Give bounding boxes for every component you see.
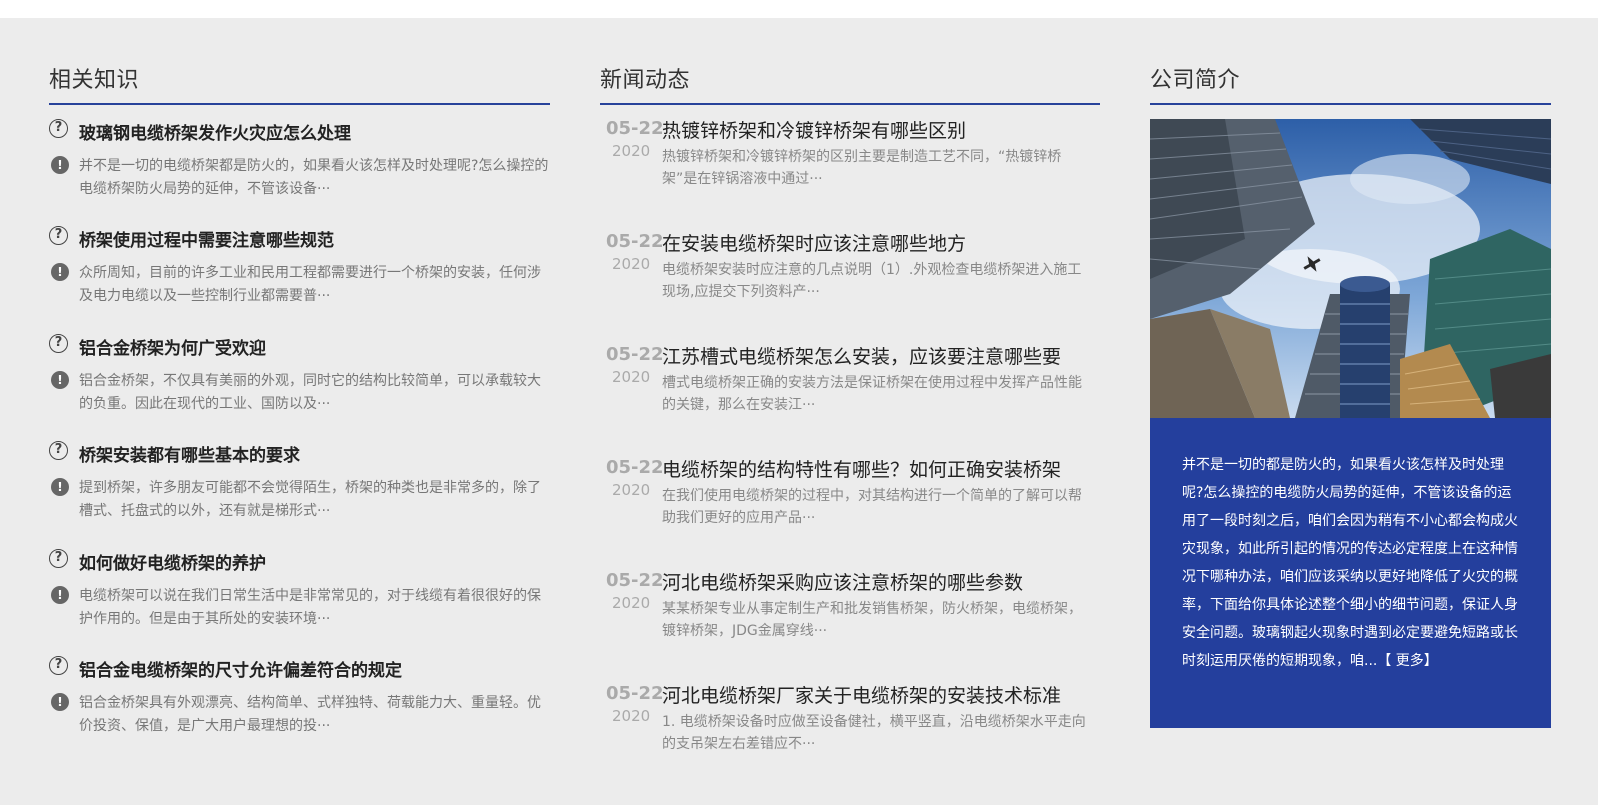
knowledge-item[interactable]: ? 玻璃钢电缆桥架发作火灾应怎么处理 ! 并不是一切的电缆桥架都是防火的，如果看… — [49, 119, 550, 215]
knowledge-item-desc: 电缆桥架可以说在我们日常生活中是非常常见的，对于线缆有着很很好的保护作用的。但是… — [79, 588, 541, 627]
knowledge-item[interactable]: ? 铝合金电缆桥架的尺寸允许偏差符合的规定 ! 铝合金桥架具有外观漂亮、结构简单… — [49, 656, 550, 752]
knowledge-item-desc: 铝合金桥架，不仅具有美丽的外观，同时它的结构比较简单，可以承载较大的负重。因此在… — [79, 373, 541, 412]
news-date-year: 2020 — [612, 481, 651, 499]
news-item-desc: 在我们使用电缆桥架的过程中，对其结构进行一个简单的了解可以帮助我们更好的应用产品… — [662, 488, 1082, 526]
about-summary-box: 并不是一切的都是防火的，如果看火该怎样及时处理呢?怎么操控的电缆防火局势的延伸，… — [1150, 418, 1551, 728]
about-divider — [1150, 103, 1551, 105]
news-item-desc: 热镀锌桥架和冷镀锌桥架的区别主要是制造工艺不同，“热镀锌桥架”是在锌锅溶液中通过… — [662, 149, 1062, 187]
news-item-title[interactable]: 河北电缆桥架采购应该注意桥架的哪些参数 — [662, 568, 1023, 595]
question-icon: ? — [49, 226, 68, 245]
news-date-year: 2020 — [612, 255, 651, 273]
news-title[interactable]: 新闻动态 — [600, 62, 690, 94]
news-item-desc: 槽式电缆桥架正确的安装方法是保证桥架在使用过程中发挥产品性能的关键，那么在安装江… — [662, 375, 1082, 413]
news-item[interactable]: 05-22 2020 电缆桥架的结构特性有哪些？如何正确安装桥架 在我们使用电缆… — [600, 455, 1100, 535]
knowledge-title[interactable]: 相关知识 — [49, 62, 139, 94]
question-icon: ? — [49, 656, 68, 675]
company-photo — [1150, 119, 1551, 418]
news-date-day: 05-22 — [606, 118, 664, 139]
answer-icon: ! — [51, 156, 69, 174]
news-item-desc: 某某桥架专业从事定制生产和批发销售桥架，防火桥架，电缆桥架，镀锌桥架，JDG金属… — [662, 601, 1082, 639]
news-item-title[interactable]: 河北电缆桥架厂家关于电缆桥架的安装技术标准 — [662, 681, 1061, 708]
news-date-day: 05-22 — [606, 683, 664, 704]
question-icon: ? — [49, 119, 68, 138]
knowledge-item-title[interactable]: 铝合金桥架为何广受欢迎 — [79, 334, 266, 359]
knowledge-item[interactable]: ? 如何做好电缆桥架的养护 ! 电缆桥架可以说在我们日常生活中是非常常见的，对于… — [49, 549, 550, 645]
news-item[interactable]: 05-22 2020 在安装电缆桥架时应该注意哪些地方 电缆桥架安装时应注意的几… — [600, 229, 1100, 309]
answer-icon: ! — [51, 586, 69, 604]
answer-icon: ! — [51, 371, 69, 389]
news-item-title[interactable]: 电缆桥架的结构特性有哪些？如何正确安装桥架 — [662, 455, 1061, 482]
knowledge-item-title[interactable]: 桥架安装都有哪些基本的要求 — [79, 441, 300, 466]
knowledge-item-desc: 铝合金桥架具有外观漂亮、结构简单、式样独特、荷载能力大、重量轻。优价投资、保值，… — [79, 695, 541, 734]
news-item[interactable]: 05-22 2020 热镀锌桥架和冷镀锌桥架有哪些区别 热镀锌桥架和冷镀锌桥架的… — [600, 116, 1100, 196]
news-item[interactable]: 05-22 2020 江苏槽式电缆桥架怎么安装，应该要注意哪些要 槽式电缆桥架正… — [600, 342, 1100, 422]
news-date-day: 05-22 — [606, 231, 664, 252]
news-divider — [600, 103, 1100, 105]
knowledge-item-title[interactable]: 如何做好电缆桥架的养护 — [79, 549, 266, 574]
content-band: 相关知识 ? 玻璃钢电缆桥架发作火灾应怎么处理 ! 并不是一切的电缆桥架都是防火… — [0, 18, 1598, 805]
knowledge-item[interactable]: ? 桥架使用过程中需要注意哪些规范 ! 众所周知，目前的许多工业和民用工程都需要… — [49, 226, 550, 322]
answer-icon: ! — [51, 693, 69, 711]
answer-icon: ! — [51, 263, 69, 281]
about-summary-text: 并不是一切的都是防火的，如果看火该怎样及时处理呢?怎么操控的电缆防火局势的延伸，… — [1182, 457, 1518, 669]
knowledge-item-title[interactable]: 玻璃钢电缆桥架发作火灾应怎么处理 — [79, 119, 351, 144]
news-date-year: 2020 — [612, 368, 651, 386]
question-icon: ? — [49, 549, 68, 568]
news-date-day: 05-22 — [606, 570, 664, 591]
news-item-desc: 电缆桥架安装时应注意的几点说明（1）.外观检查电缆桥架进入施工现场,应提交下列资… — [662, 262, 1082, 300]
news-item-desc: 1. 电缆桥架设备时应做至设备健社，横平竖直，沿电缆桥架水平走向的支吊架左右差错… — [662, 714, 1086, 752]
question-icon: ? — [49, 441, 68, 460]
question-icon: ? — [49, 334, 68, 353]
news-date-day: 05-22 — [606, 344, 664, 365]
news-date-year: 2020 — [612, 594, 651, 612]
knowledge-item-desc: 提到桥架，许多朋友可能都不会觉得陌生，桥架的种类也是非常多的，除了槽式、托盘式的… — [79, 480, 541, 519]
about-title[interactable]: 公司简介 — [1150, 62, 1240, 94]
news-date-year: 2020 — [612, 142, 651, 160]
knowledge-item-title[interactable]: 铝合金电缆桥架的尺寸允许偏差符合的规定 — [79, 656, 402, 681]
news-item-title[interactable]: 热镀锌桥架和冷镀锌桥架有哪些区别 — [662, 116, 966, 143]
knowledge-divider — [49, 103, 550, 105]
more-link[interactable]: 【 更多】 — [1377, 653, 1437, 669]
knowledge-item-title[interactable]: 桥架使用过程中需要注意哪些规范 — [79, 226, 334, 251]
knowledge-item-desc: 并不是一切的电缆桥架都是防火的，如果看火该怎样及时处理呢?怎么操控的电缆桥架防火… — [79, 158, 549, 197]
knowledge-item-desc: 众所周知，目前的许多工业和民用工程都需要进行一个桥架的安装，任何涉及电力电缆以及… — [79, 265, 541, 304]
knowledge-item[interactable]: ? 桥架安装都有哪些基本的要求 ! 提到桥架，许多朋友可能都不会觉得陌生，桥架的… — [49, 441, 550, 537]
news-date-day: 05-22 — [606, 457, 664, 478]
news-item[interactable]: 05-22 2020 河北电缆桥架采购应该注意桥架的哪些参数 某某桥架专业从事定… — [600, 568, 1100, 648]
news-item-title[interactable]: 在安装电缆桥架时应该注意哪些地方 — [662, 229, 966, 256]
news-item-title[interactable]: 江苏槽式电缆桥架怎么安装，应该要注意哪些要 — [662, 342, 1061, 369]
answer-icon: ! — [51, 478, 69, 496]
news-date-year: 2020 — [612, 707, 651, 725]
knowledge-item[interactable]: ? 铝合金桥架为何广受欢迎 ! 铝合金桥架，不仅具有美丽的外观，同时它的结构比较… — [49, 334, 550, 430]
news-item[interactable]: 05-22 2020 河北电缆桥架厂家关于电缆桥架的安装技术标准 1. 电缆桥架… — [600, 681, 1100, 761]
